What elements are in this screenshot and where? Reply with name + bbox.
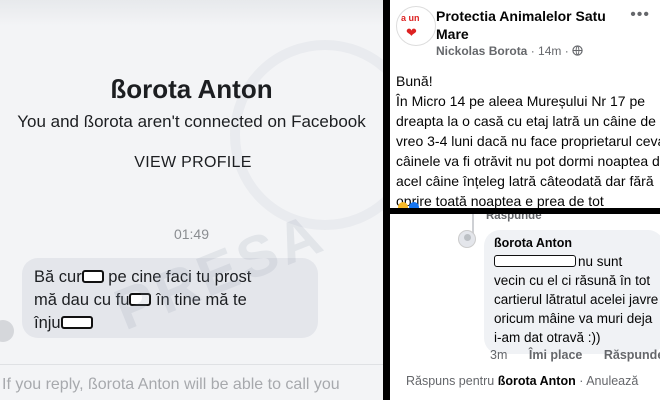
- reply-link[interactable]: Răspunde: [604, 348, 660, 362]
- connection-status: You and ßorota aren't connected on Faceb…: [17, 112, 366, 131]
- meta-separator: ·: [530, 44, 539, 58]
- comment-line-text: nu sunt: [578, 254, 623, 269]
- facebook-post: a un ❤ Protectia Animalelor Satu Mare ••…: [390, 0, 660, 208]
- reply-for-name[interactable]: ßorota Anton: [498, 374, 576, 388]
- page-logo[interactable]: a un ❤: [396, 6, 436, 46]
- message-text-1a: Bă cur: [34, 268, 82, 286]
- post-line: dreapta la o casă cu etaj latră un câine…: [396, 113, 656, 129]
- page-name[interactable]: Protectia Animalelor Satu Mare: [436, 7, 626, 43]
- heart-icon: ❤: [406, 25, 417, 40]
- cancel-reply-link[interactable]: Anulează: [586, 374, 638, 388]
- messenger-panel: ßorota Anton You and ßorota aren't conne…: [0, 0, 383, 400]
- reply-target: Răspuns pentru ßorota Anton · Anulează: [406, 374, 638, 388]
- commenter-avatar[interactable]: [458, 230, 476, 248]
- comment-section: Răspunde ßorota Anton nu sunt vecin cu e…: [390, 214, 660, 400]
- sender-avatar: [0, 320, 14, 342]
- previous-reply-link[interactable]: Răspunde: [486, 214, 542, 222]
- haha-reaction-icon: [398, 202, 408, 208]
- message-bubble[interactable]: Bă cur pe cine faci tu prost mă dau cu f…: [22, 258, 318, 338]
- profile-name: ßorota Anton: [110, 74, 273, 104]
- default-avatar-icon: [464, 234, 471, 241]
- like-link[interactable]: Îmi place: [529, 348, 583, 362]
- message-text-2b: în tine mă te: [151, 291, 247, 309]
- view-profile-button[interactable]: VIEW PROFILE: [133, 148, 253, 178]
- redaction-box: [81, 270, 104, 283]
- comment-line: nu sunt: [494, 252, 654, 271]
- comment-line: vecin cu el ci răsună în tot: [494, 273, 651, 288]
- comment-line: oricum mâine va muri deja: [494, 311, 653, 326]
- reaction-icons[interactable]: [398, 199, 430, 208]
- post-body: Bună! În Micro 14 pe aleea Mureșului Nr …: [396, 72, 660, 208]
- post-line: vreo 3-4 luni dacă nu face proprietarul …: [396, 133, 660, 149]
- reply-for-prefix: Răspuns pentru: [406, 374, 495, 388]
- post-line: câinele va fi otrăvit nu pot dormi noapt…: [396, 153, 660, 169]
- logo-text: a un: [401, 13, 420, 23]
- post-line: acel câine înțeleg latră câteodată dar f…: [396, 173, 654, 189]
- separator-dot: ·: [579, 374, 584, 388]
- comment-line: cartierul lătratul acelei javre: [494, 292, 659, 307]
- header-fade: [0, 0, 383, 26]
- post-time[interactable]: 14m: [538, 44, 561, 58]
- message-text-1b: pe cine faci tu prost: [103, 268, 252, 286]
- message-timestamp: 01:49: [173, 226, 210, 242]
- comment-bubble: ßorota Anton nu sunt vecin cu el ci răsu…: [484, 230, 660, 354]
- comment-actions: 3m Îmi place Răspunde: [490, 348, 660, 362]
- reply-notice: If you reply, ßorota Anton will be able …: [2, 376, 340, 393]
- divider: [0, 364, 383, 365]
- post-line: Bună!: [396, 73, 433, 89]
- redaction-box: [60, 316, 93, 329]
- redaction-box: [494, 255, 576, 267]
- comment-time[interactable]: 3m: [490, 348, 507, 362]
- like-reaction-icon: [409, 202, 420, 208]
- comment-line: i-am dat otravă :)): [494, 330, 601, 345]
- post-line: În Micro 14 pe aleea Mureșului Nr 17 pe: [396, 93, 646, 109]
- message-text-2a: mă dau cu fu: [34, 291, 130, 309]
- post-meta: Nickolas Borota · 14m ·: [436, 44, 583, 58]
- redaction-box: [129, 293, 152, 306]
- watermark-circle: [230, 40, 383, 230]
- more-dots-icon[interactable]: •••: [630, 6, 650, 24]
- globe-icon: [572, 44, 583, 58]
- post-line: oprire toată noaptea e prea de tot: [396, 193, 604, 208]
- comment-author[interactable]: ßorota Anton: [494, 235, 654, 252]
- meta-separator: ·: [564, 44, 573, 58]
- post-author[interactable]: Nickolas Borota: [436, 44, 527, 58]
- message-text-3a: înju: [34, 314, 61, 332]
